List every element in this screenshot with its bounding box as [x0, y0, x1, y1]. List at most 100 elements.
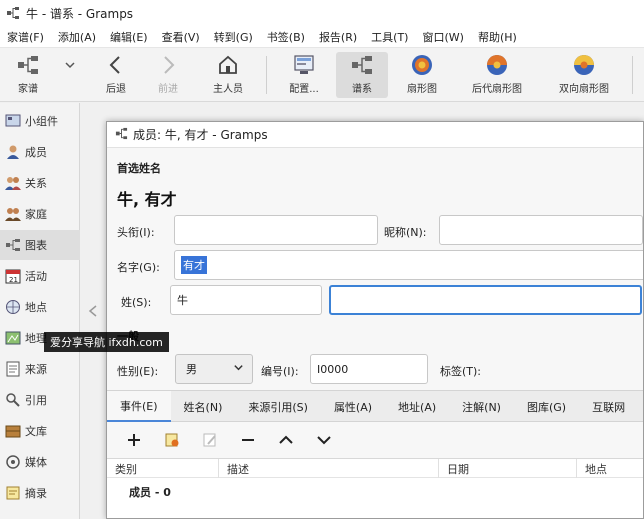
tab-names[interactable]: 姓名(N) [171, 391, 236, 422]
source-icon [5, 361, 21, 377]
geography-icon [5, 330, 21, 346]
sidebar-item-dashboard[interactable]: 小组件 [0, 106, 80, 136]
menu-bookmarks[interactable]: 书签(B) [260, 29, 312, 45]
column-description[interactable]: 描述 [219, 459, 439, 479]
window-title: 牛 - 谱系 - Gramps [26, 6, 134, 21]
toolbar-separator [632, 56, 633, 94]
tab-addresses[interactable]: 地址(A) [385, 391, 449, 422]
home-person-button[interactable]: 主人员 [206, 52, 250, 98]
sidebar-item-places[interactable]: 地点 [0, 292, 80, 322]
dialog-app-icon [115, 127, 128, 143]
menubar: 家谱(F) 添加(A) 编辑(E) 查看(V) 转到(G) 书签(B) 报告(R… [0, 26, 644, 48]
group-row-person[interactable]: 成员 - 0 [129, 484, 171, 500]
sidebar-item-repositories[interactable]: 文库 [0, 416, 80, 446]
tab-attributes[interactable]: 属性(A) [321, 391, 385, 422]
sidebar-item-relationships[interactable]: 关系 [0, 168, 80, 198]
tab-notes[interactable]: 注解(N) [449, 391, 514, 422]
preferred-name-label: 首选姓名 [117, 162, 161, 175]
person-icon [5, 144, 21, 160]
fan-chart-icon [409, 52, 435, 78]
tab-gallery[interactable]: 图库(G) [514, 391, 579, 422]
gender-combo[interactable]: 男 [175, 354, 253, 384]
menu-windows[interactable]: 窗口(W) [415, 29, 470, 45]
title-label: 头衔(I): [117, 226, 155, 239]
edit-icon [202, 432, 218, 451]
sidebar-item-citations[interactable]: 引用 [0, 385, 80, 415]
sidebar-item-charts[interactable]: 图表 [0, 230, 80, 260]
media-icon [5, 454, 21, 470]
configure-view-button[interactable]: 配置... [282, 52, 326, 98]
tab-events[interactable]: 事件(E) [107, 391, 171, 422]
surname-input[interactable]: 牛 [170, 285, 322, 315]
two-way-fan-icon [571, 52, 597, 78]
plus-icon [127, 433, 141, 450]
menu-family-trees[interactable]: 家谱(F) [0, 29, 51, 45]
descendant-fan-button[interactable]: 后代扇形图 [466, 52, 528, 98]
person-tabs: 事件(E) 姓名(N) 来源引用(S) 属性(A) 地址(A) 注解(N) 图库… [107, 390, 643, 422]
menu-add[interactable]: 添加(A) [51, 29, 103, 45]
chevron-down-icon [317, 433, 331, 450]
relationship-icon [5, 175, 21, 191]
title-input[interactable] [174, 215, 378, 245]
menu-view[interactable]: 查看(V) [155, 29, 207, 45]
family-trees-button[interactable]: 家谱 [8, 52, 48, 98]
chevron-down-icon [233, 362, 244, 376]
edit-event-button[interactable] [191, 426, 229, 456]
share-event-button[interactable] [153, 426, 191, 456]
watermark-overlay: 爱分享导航 ifxdh.com [44, 332, 169, 352]
sidebar-item-media[interactable]: 媒体 [0, 447, 80, 477]
citation-icon [5, 392, 21, 408]
column-type[interactable]: 类别 [107, 459, 219, 479]
menu-help[interactable]: 帮助(H) [471, 29, 524, 45]
fan-chart-button[interactable]: 扇形图 [400, 52, 444, 98]
menu-go[interactable]: 转到(G) [207, 29, 260, 45]
two-way-fan-button[interactable]: 双向扇形图 [552, 52, 616, 98]
menu-edit[interactable]: 编辑(E) [103, 29, 155, 45]
collapse-sidebar-arrow-icon[interactable] [82, 296, 104, 326]
sidebar-item-families[interactable]: 家庭 [0, 199, 80, 229]
id-input[interactable]: I0000 [310, 354, 428, 384]
back-button[interactable]: 后退 [96, 52, 136, 98]
nick-label: 昵称(N): [384, 226, 427, 239]
column-date[interactable]: 日期 [439, 459, 577, 479]
edit-person-dialog: 成员: 牛, 有才 - Gramps 首选姓名 牛, 有才 头衔(I): 昵称(… [106, 121, 644, 519]
menu-reports[interactable]: 报告(R) [312, 29, 364, 45]
tab-internet[interactable]: 互联网 [579, 391, 638, 422]
menu-tools[interactable]: 工具(T) [364, 29, 415, 45]
gender-label: 性别(E): [117, 365, 159, 378]
chart-icon [5, 237, 21, 253]
nick-input[interactable] [439, 215, 643, 245]
family-icon [5, 206, 21, 222]
navigator-sidebar: 小组件 成员 关系 家庭 图表 21 活动 地点 地理 来源 引用 文库 媒体 … [0, 103, 80, 519]
given-name-label: 名字(G): [117, 261, 160, 274]
add-event-button[interactable] [115, 426, 153, 456]
given-name-input[interactable]: 有才 [174, 250, 643, 280]
tab-source-citations[interactable]: 来源引用(S) [235, 391, 321, 422]
forward-button[interactable]: 前进 [148, 52, 188, 98]
move-up-button[interactable] [267, 426, 305, 456]
sidebar-item-events[interactable]: 21 活动 [0, 261, 80, 291]
home-icon [215, 52, 241, 78]
remove-event-button[interactable] [229, 426, 267, 456]
move-down-button[interactable] [305, 426, 343, 456]
surname-secondary-input[interactable] [329, 285, 642, 315]
dialog-titlebar: 成员: 牛, 有才 - Gramps [107, 122, 643, 148]
sidebar-item-people[interactable]: 成员 [0, 137, 80, 167]
family-trees-dropdown[interactable] [60, 52, 80, 98]
repository-icon [5, 423, 21, 439]
id-label: 编号(I): [261, 365, 299, 378]
gramps-app-icon [6, 6, 20, 20]
events-grid-header: 类别 描述 日期 地点 [107, 458, 643, 479]
svg-text:21: 21 [9, 276, 18, 284]
dialog-title: 成员: 牛, 有才 - Gramps [133, 128, 268, 142]
sidebar-item-sources[interactable]: 来源 [0, 354, 80, 384]
place-icon [5, 299, 21, 315]
events-grid-body: 成员 - 0 [107, 478, 643, 518]
column-place[interactable]: 地点 [577, 459, 643, 479]
pedigree-view-button[interactable]: 谱系 [336, 52, 388, 98]
sidebar-item-notes[interactable]: 摘录 [0, 478, 80, 508]
pedigree-icon [349, 52, 375, 78]
chevron-up-icon [279, 433, 293, 450]
share-icon [164, 432, 180, 451]
note-icon [5, 485, 21, 501]
